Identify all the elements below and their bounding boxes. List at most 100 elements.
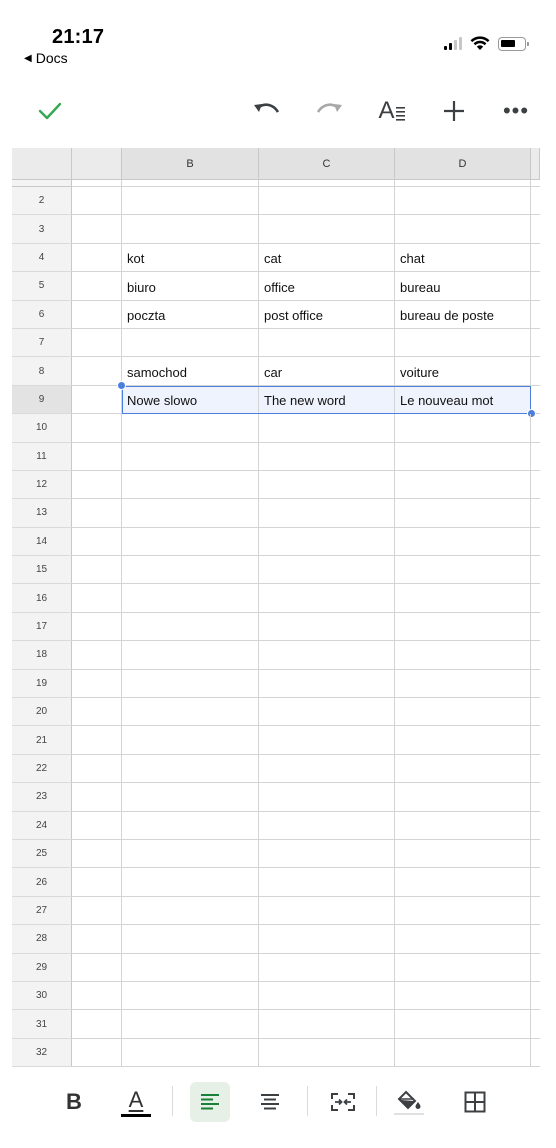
row-header[interactable]: 17: [12, 612, 72, 642]
cell-c[interactable]: [259, 470, 395, 500]
cell-d[interactable]: [395, 698, 531, 727]
cell-d[interactable]: [395, 868, 531, 897]
spreadsheet-grid[interactable]: B C D 2 3 4 kot cat chat 5 biuro office bureau 6 po…: [12, 148, 540, 1076]
cell-e[interactable]: [531, 244, 540, 273]
cell-b[interactable]: [122, 896, 259, 926]
cell-b[interactable]: kot: [122, 243, 259, 273]
cell-e[interactable]: [531, 443, 540, 471]
cell-b[interactable]: [122, 328, 259, 358]
cell-e[interactable]: [531, 755, 540, 784]
cell-d[interactable]: [395, 783, 531, 812]
cell-d[interactable]: bureau: [395, 272, 531, 301]
column-header-e[interactable]: [531, 148, 540, 180]
row-header[interactable]: 27: [12, 896, 72, 926]
row-header[interactable]: 18: [12, 641, 72, 670]
cell-b[interactable]: poczta: [122, 300, 259, 329]
cell-a[interactable]: [72, 272, 122, 301]
cell-d[interactable]: [395, 470, 531, 500]
cell-e[interactable]: [531, 698, 540, 727]
done-button[interactable]: [30, 86, 70, 136]
cell-d[interactable]: [395, 527, 531, 557]
cell-b[interactable]: [122, 1038, 259, 1068]
row-header[interactable]: 15: [12, 556, 72, 585]
align-left-button[interactable]: [190, 1082, 230, 1122]
cell-e[interactable]: [531, 329, 540, 358]
cell-e[interactable]: [531, 840, 540, 869]
cell-c[interactable]: [259, 584, 395, 613]
cell-b[interactable]: [122, 442, 259, 471]
cell-b[interactable]: [122, 470, 259, 500]
row-header[interactable]: 31: [12, 1010, 72, 1039]
cell-e[interactable]: [531, 471, 540, 500]
cell-b[interactable]: samochod: [122, 357, 259, 386]
cell-d[interactable]: [395, 953, 531, 982]
cell-a[interactable]: [72, 499, 122, 528]
cell-c[interactable]: [259, 925, 395, 954]
cell-e[interactable]: [531, 556, 540, 585]
row-header[interactable]: 30: [12, 981, 72, 1011]
row-header[interactable]: 24: [12, 811, 72, 840]
undo-button[interactable]: [246, 86, 286, 136]
column-header-c[interactable]: C: [259, 148, 395, 180]
row-header[interactable]: 28: [12, 925, 72, 954]
cell-d[interactable]: [395, 1010, 531, 1039]
cell-c[interactable]: [259, 641, 395, 670]
cell-e[interactable]: [531, 215, 540, 244]
cell-c[interactable]: office: [259, 272, 395, 301]
cell-e[interactable]: [531, 499, 540, 528]
row-header[interactable]: 10: [12, 414, 72, 443]
cell-d[interactable]: [395, 754, 531, 784]
cell-d[interactable]: [395, 414, 531, 443]
row-header[interactable]: 29: [12, 953, 72, 982]
row-header[interactable]: 13: [12, 499, 72, 528]
cell-b[interactable]: [122, 783, 259, 812]
cell-d[interactable]: chat: [395, 243, 531, 273]
cell-a[interactable]: [72, 1010, 122, 1039]
row-header[interactable]: 14: [12, 527, 72, 557]
cell-a[interactable]: [72, 612, 122, 642]
cell[interactable]: [72, 180, 122, 187]
cell-d[interactable]: [395, 584, 531, 613]
cell-d[interactable]: [395, 726, 531, 755]
cell-d[interactable]: [395, 669, 531, 699]
cell-d[interactable]: [395, 839, 531, 869]
cell-a[interactable]: [72, 669, 122, 699]
row-header[interactable]: 23: [12, 783, 72, 812]
row-header[interactable]: 16: [12, 584, 72, 613]
row-header[interactable]: 5: [12, 272, 72, 301]
row-header[interactable]: 26: [12, 868, 72, 897]
cell-a[interactable]: [72, 698, 122, 727]
cell-e[interactable]: [531, 812, 540, 840]
row-header[interactable]: 3: [12, 215, 72, 244]
text-format-button[interactable]: A: [372, 86, 412, 136]
row-header[interactable]: [12, 180, 72, 187]
row-header[interactable]: 21: [12, 726, 72, 755]
more-options-button[interactable]: •••: [496, 86, 536, 136]
cell-d[interactable]: [395, 328, 531, 358]
back-to-docs-link[interactable]: ◀ Docs: [24, 50, 68, 66]
cell-c[interactable]: The new word: [259, 385, 395, 415]
cell-e[interactable]: [531, 414, 540, 443]
cell-a[interactable]: [72, 187, 122, 216]
cell-a[interactable]: [72, 470, 122, 500]
cell-d[interactable]: [395, 981, 531, 1011]
cell-b[interactable]: [122, 726, 259, 755]
cell-e[interactable]: [531, 272, 540, 301]
cell-b[interactable]: [122, 499, 259, 528]
select-all-corner[interactable]: [12, 148, 122, 180]
cell[interactable]: [122, 180, 259, 187]
cell-a[interactable]: [72, 868, 122, 897]
cell-c[interactable]: [259, 669, 395, 699]
cell-e[interactable]: [531, 613, 540, 642]
cell-a[interactable]: [72, 981, 122, 1011]
cell-e[interactable]: [531, 528, 540, 557]
row-header[interactable]: 12: [12, 470, 72, 500]
borders-button[interactable]: [454, 1082, 496, 1122]
cell-e[interactable]: [531, 1010, 540, 1039]
cell-c[interactable]: cat: [259, 243, 395, 273]
row-header[interactable]: 32: [12, 1038, 72, 1068]
row-header[interactable]: 7: [12, 328, 72, 358]
cell-e[interactable]: [531, 1039, 540, 1068]
cell-c[interactable]: [259, 981, 395, 1011]
cell-c[interactable]: [259, 414, 395, 443]
